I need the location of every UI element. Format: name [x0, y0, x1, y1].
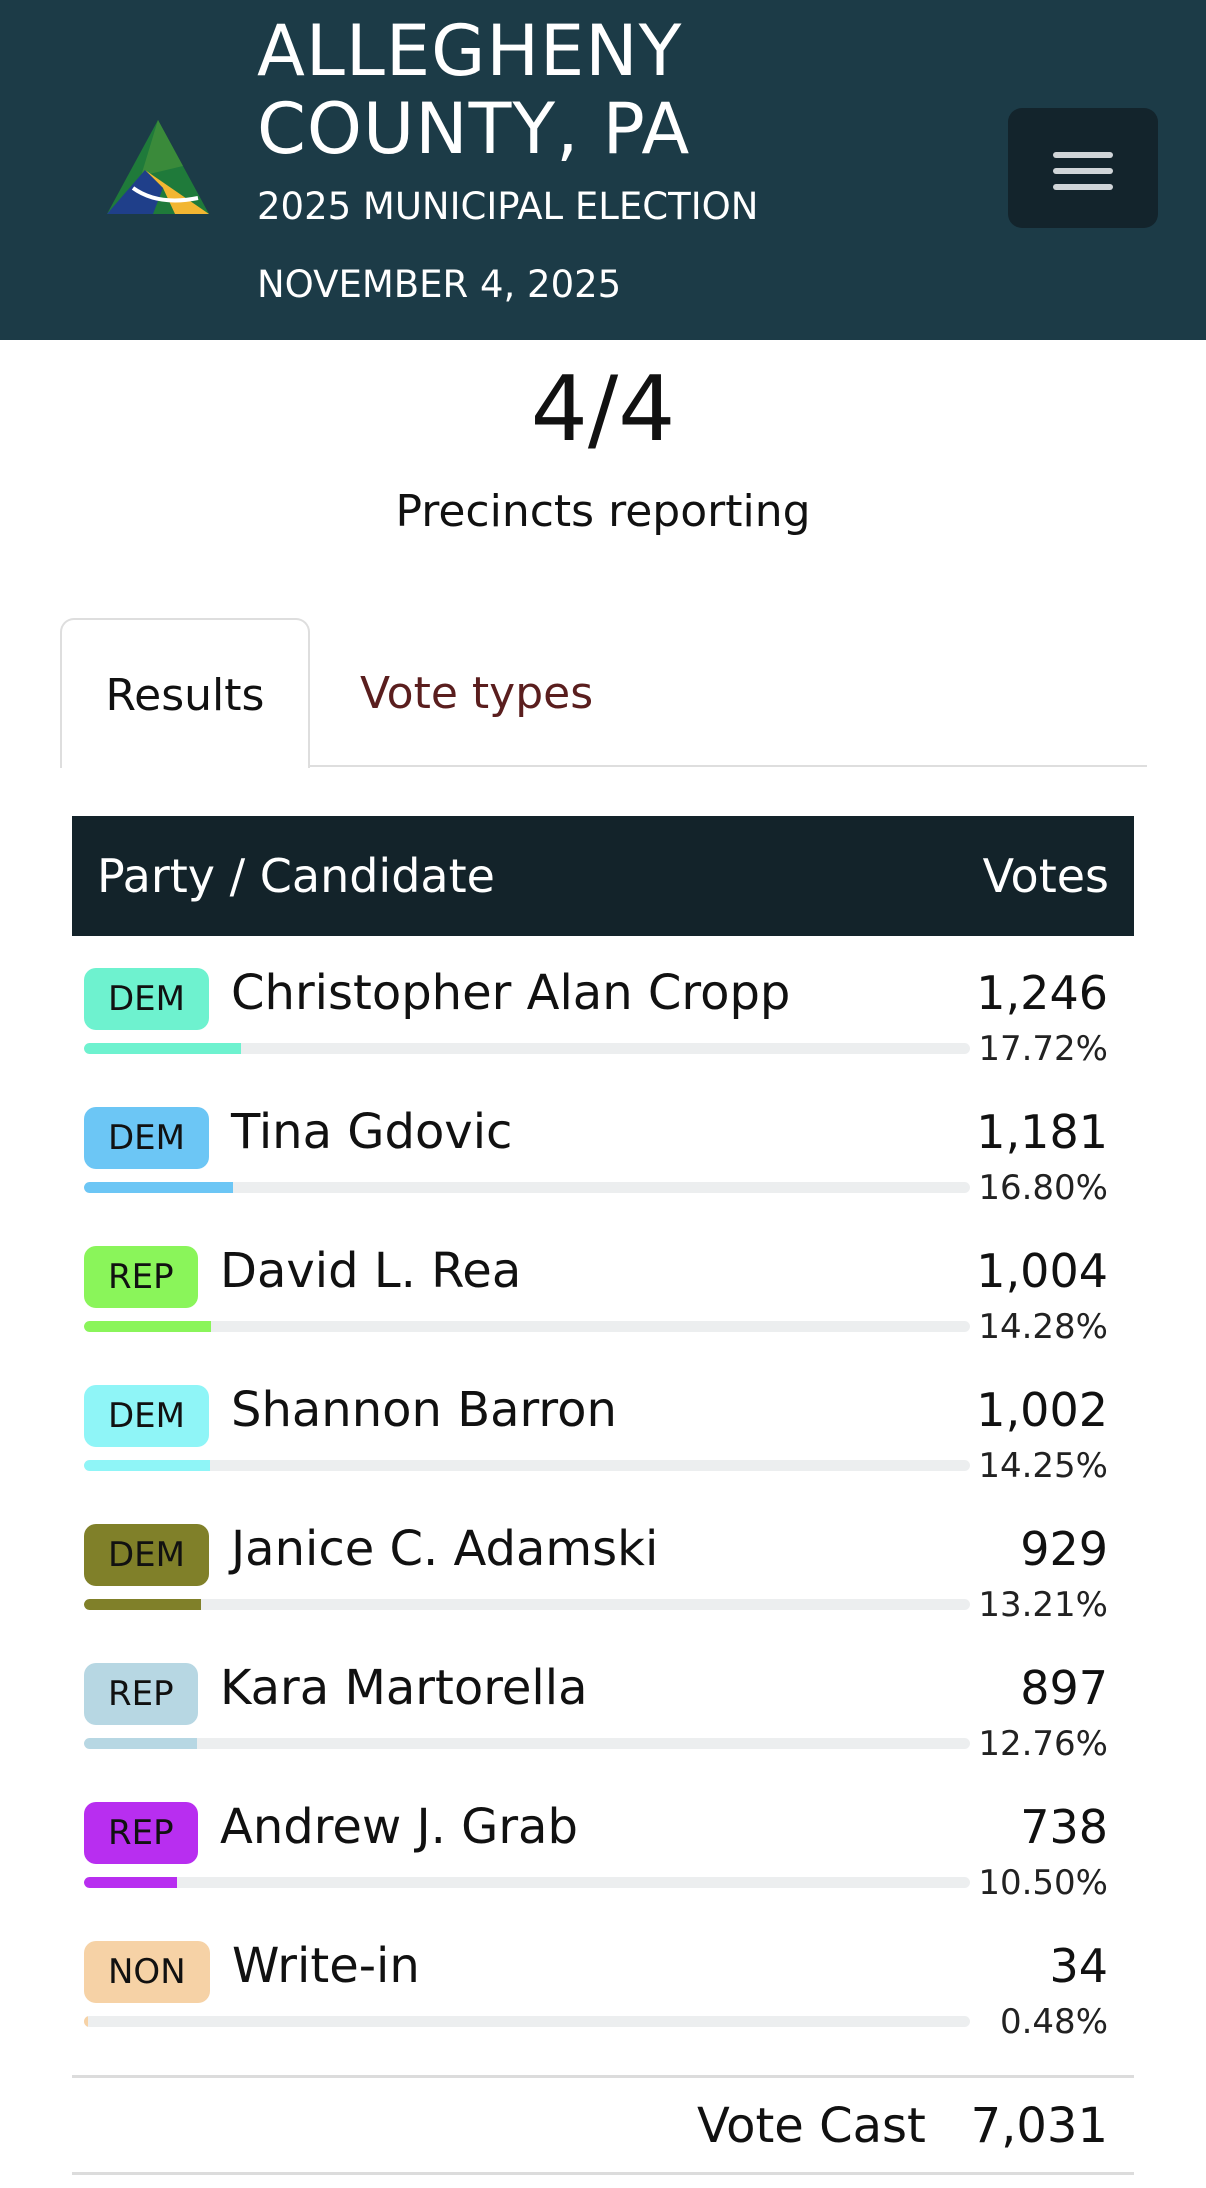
vote-share-bar — [84, 1599, 970, 1610]
total-votes-label: Vote Cast — [697, 2098, 926, 2154]
column-header-candidate[interactable]: Party / Candidate — [97, 816, 495, 936]
vote-share-bar — [84, 2016, 970, 2027]
vote-share-bar — [84, 1877, 970, 1888]
vote-share-bar-fill — [84, 2016, 89, 2027]
vote-share-bar — [84, 1321, 970, 1332]
election-date: NOVEMBER 4, 2025 — [257, 263, 622, 306]
hamburger-menu-icon-bar — [1053, 168, 1113, 174]
party-badge: DEM — [84, 1385, 209, 1447]
candidate-percent: 10.50% — [978, 1863, 1108, 1903]
vote-share-bar-fill — [84, 1877, 178, 1888]
candidate-percent: 16.80% — [978, 1168, 1108, 1208]
precincts-reporting-label: Precincts reporting — [395, 486, 811, 537]
candidate-row[interactable]: DEM Shannon Barron 1,002 14.25% — [72, 1360, 1134, 1499]
candidate-votes: 929 — [1020, 1522, 1108, 1576]
candidate-row[interactable]: REP Kara Martorella 897 12.76% — [72, 1638, 1134, 1777]
vote-share-bar-fill — [84, 1460, 211, 1471]
candidate-percent: 17.72% — [978, 1029, 1108, 1069]
candidate-votes: 738 — [1020, 1800, 1108, 1854]
app-header: ALLEGHENY COUNTY, PA 2025 MUNICIPAL ELEC… — [0, 0, 1206, 340]
candidate-name: Christopher Alan Cropp — [231, 965, 791, 1021]
tab-vote-types[interactable]: Vote types — [360, 618, 593, 768]
vote-share-bar — [84, 1043, 970, 1054]
candidate-row[interactable]: DEM Janice C. Adamski 929 13.21% — [72, 1499, 1134, 1638]
candidate-votes: 1,181 — [976, 1105, 1108, 1159]
vote-share-bar-fill — [84, 1321, 211, 1332]
column-header-votes[interactable]: Votes — [983, 816, 1109, 936]
candidate-row[interactable]: NON Write-in 34 0.48% — [72, 1916, 1134, 2055]
vote-share-bar — [84, 1182, 970, 1193]
party-badge: DEM — [84, 968, 209, 1030]
candidate-row[interactable]: DEM Christopher Alan Cropp 1,246 17.72% — [72, 943, 1134, 1082]
party-badge: REP — [84, 1663, 198, 1725]
candidate-votes: 34 — [1049, 1939, 1108, 1993]
candidate-percent: 0.48% — [999, 2002, 1108, 2042]
vote-share-bar-fill — [84, 1043, 241, 1054]
party-badge: DEM — [84, 1524, 209, 1586]
candidate-name: Shannon Barron — [231, 1382, 617, 1438]
party-badge: DEM — [84, 1107, 209, 1169]
candidate-row[interactable]: REP Andrew J. Grab 738 10.50% — [72, 1777, 1134, 1916]
hamburger-menu-icon — [1053, 152, 1113, 158]
party-badge: REP — [84, 1246, 198, 1308]
candidate-name: Andrew J. Grab — [220, 1799, 578, 1855]
total-divider-top — [72, 2075, 1134, 2078]
menu-button[interactable] — [1008, 108, 1158, 228]
results-table-header: Party / Candidate Votes — [72, 816, 1134, 936]
precincts-reporting-count: 4/4 — [530, 357, 676, 462]
candidate-name: Janice C. Adamski — [231, 1521, 659, 1577]
candidate-votes: 1,004 — [976, 1244, 1108, 1298]
vote-share-bar — [84, 1738, 970, 1749]
tab-results[interactable]: Results — [60, 618, 310, 768]
candidate-percent: 14.25% — [978, 1446, 1108, 1486]
candidate-name: Tina Gdovic — [231, 1104, 513, 1160]
total-votes-value: 7,031 — [970, 2098, 1108, 2154]
candidate-name: Kara Martorella — [220, 1660, 588, 1716]
county-triangle-logo-icon — [107, 120, 209, 214]
candidate-percent: 13.21% — [978, 1585, 1108, 1625]
election-name: 2025 MUNICIPAL ELECTION — [257, 185, 759, 228]
vote-share-bar-fill — [84, 1182, 233, 1193]
candidate-votes: 1,002 — [976, 1383, 1108, 1437]
vote-share-bar-fill — [84, 1738, 198, 1749]
candidate-name: Write-in — [232, 1938, 420, 1994]
hamburger-menu-icon-bar — [1053, 184, 1113, 190]
candidate-percent: 12.76% — [978, 1724, 1108, 1764]
candidate-percent: 14.28% — [978, 1307, 1108, 1347]
total-divider-bottom — [72, 2172, 1134, 2175]
candidate-row[interactable]: DEM Tina Gdovic 1,181 16.80% — [72, 1082, 1134, 1221]
candidate-votes: 1,246 — [976, 966, 1108, 1020]
party-badge: REP — [84, 1802, 198, 1864]
page-title: ALLEGHENY COUNTY, PA — [257, 10, 691, 170]
vote-share-bar — [84, 1460, 970, 1471]
candidate-name: David L. Rea — [220, 1243, 522, 1299]
candidate-row[interactable]: REP David L. Rea 1,004 14.28% — [72, 1221, 1134, 1360]
vote-share-bar-fill — [84, 1599, 202, 1610]
party-badge: NON — [84, 1941, 210, 2003]
candidate-votes: 897 — [1020, 1661, 1108, 1715]
